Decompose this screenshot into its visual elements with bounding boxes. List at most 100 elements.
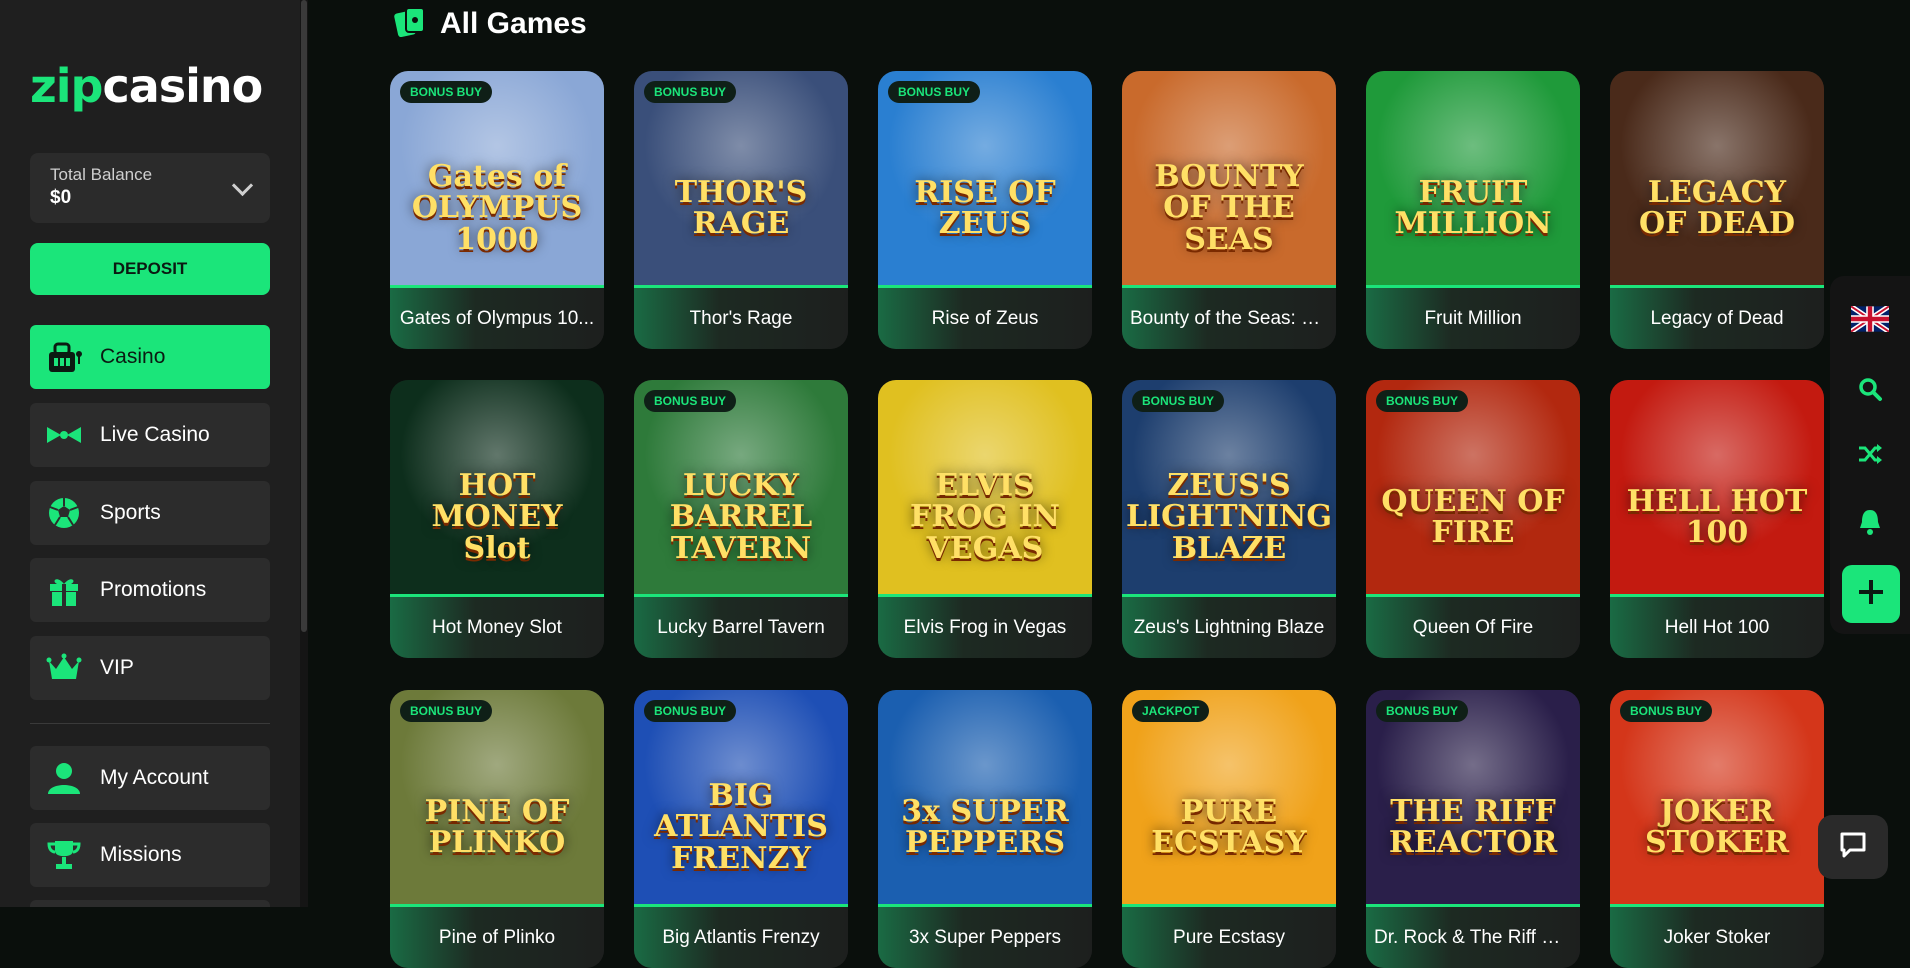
sidebar-item-my-account[interactable]: My Account <box>30 746 270 810</box>
search-button[interactable] <box>1830 366 1910 416</box>
game-card[interactable]: THOR'S RAGE BONUS BUY Thor's Rage <box>634 71 848 349</box>
game-title-bar[interactable]: Dr. Rock & The Riff Reactor <box>1366 904 1580 968</box>
game-title-bar[interactable]: Pine of Plinko <box>390 904 604 968</box>
shuffle-icon <box>1857 441 1883 472</box>
game-title-bar[interactable]: Legacy of Dead <box>1610 285 1824 349</box>
game-thumbnail[interactable]: 3x SUPER PEPPERS <box>878 690 1092 904</box>
deposit-button[interactable]: DEPOSIT <box>30 243 270 295</box>
game-title: Elvis Frog in Vegas <box>903 616 1067 638</box>
game-art-title: ELVIS FROG IN VEGAS <box>910 467 1060 566</box>
game-title-bar[interactable]: Rise of Zeus <box>878 285 1092 349</box>
sidebar-item-live-casino[interactable]: Live Casino <box>30 403 270 467</box>
game-art-title: THOR'S RAGE <box>674 174 808 241</box>
bell-icon <box>1857 508 1883 541</box>
game-thumbnail[interactable]: BOUNTY OF THE SEAS <box>1122 71 1336 285</box>
game-title-bar[interactable]: Queen Of Fire <box>1366 594 1580 658</box>
game-title: Joker Stoker <box>1663 926 1771 948</box>
game-art-title: BOUNTY OF THE SEAS <box>1154 158 1304 257</box>
game-thumbnail[interactable]: JOKER STOKER <box>1610 690 1824 904</box>
game-title: 3x Super Peppers <box>908 926 1062 948</box>
live-chat-button[interactable] <box>1818 815 1888 879</box>
game-thumbnail[interactable]: ZEUS'S LIGHTNING BLAZE <box>1122 380 1336 594</box>
game-thumbnail[interactable]: HOT MONEY Slot <box>390 380 604 594</box>
sidebar-scrollbar[interactable] <box>300 0 308 907</box>
game-card[interactable]: LUCKY BARREL TAVERN BONUS BUY Lucky Barrel… <box>634 380 848 658</box>
game-thumbnail[interactable]: PURE ECSTASY <box>1122 690 1336 904</box>
game-thumbnail[interactable]: FRUIT MILLION <box>1366 71 1580 285</box>
game-art-title: 3x SUPER PEPPERS <box>901 793 1069 860</box>
game-title-bar[interactable]: Joker Stoker <box>1610 904 1824 968</box>
sidebar-item-sports[interactable]: Sports <box>30 481 270 545</box>
sidebar-item-casino[interactable]: Casino <box>30 325 270 389</box>
scrollbar-thumb[interactable] <box>301 0 307 632</box>
game-card[interactable]: HOT MONEY Slot Hot Money Slot <box>390 380 604 658</box>
game-card[interactable]: FRUIT MILLION Fruit Million <box>1366 71 1580 349</box>
game-card[interactable]: BIG ATLANTIS FRENZY BONUS BUY Big Atlantis… <box>634 690 848 968</box>
section-header: All Games <box>392 4 587 44</box>
language-button[interactable] <box>1830 296 1910 346</box>
game-card[interactable]: HELL HOT 100 Hell Hot 100 <box>1610 380 1824 658</box>
balance-amount: $0 <box>50 187 72 208</box>
game-card[interactable]: PURE ECSTASY JACKPOT Pure Ecstasy <box>1122 690 1336 968</box>
cards-icon <box>392 4 428 45</box>
game-thumbnail[interactable]: QUEEN OF FIRE <box>1366 380 1580 594</box>
game-title-bar[interactable]: Big Atlantis Frenzy <box>634 904 848 968</box>
game-card[interactable]: Gates of OLYMPUS 1000 BONUS BUY Gates of O… <box>390 71 604 349</box>
game-thumbnail[interactable]: PINE OF PLINKO <box>390 690 604 904</box>
game-thumbnail[interactable]: LUCKY BARREL TAVERN <box>634 380 848 594</box>
game-title-bar[interactable]: Elvis Frog in Vegas <box>878 594 1092 658</box>
sidebar: zip casino Total Balance $0 DEPOSIT Casin… <box>0 0 300 907</box>
game-title-bar[interactable]: Lucky Barrel Tavern <box>634 594 848 658</box>
game-card[interactable]: BOUNTY OF THE SEAS Bounty of the Seas: H.… <box>1122 71 1336 349</box>
game-title: Big Atlantis Frenzy <box>662 926 820 948</box>
game-art-title: THE RIFF REACTOR <box>1388 793 1558 860</box>
crown-icon <box>44 648 84 688</box>
game-title-bar[interactable]: Thor's Rage <box>634 285 848 349</box>
sidebar-item-missions[interactable]: Missions <box>30 823 270 887</box>
game-thumbnail[interactable]: Gates of OLYMPUS 1000 <box>390 71 604 285</box>
game-card[interactable]: PINE OF PLINKO BONUS BUY Pine of Plinko <box>390 690 604 968</box>
game-thumbnail[interactable]: THE RIFF REACTOR <box>1366 690 1580 904</box>
game-art-title: Gates of OLYMPUS 1000 <box>411 158 583 257</box>
game-title-bar[interactable]: Hell Hot 100 <box>1610 594 1824 658</box>
game-card[interactable]: JOKER STOKER BONUS BUY Joker Stoker <box>1610 690 1824 968</box>
game-title: Legacy of Dead <box>1650 307 1784 329</box>
game-thumbnail[interactable]: THOR'S RAGE <box>634 71 848 285</box>
sidebar-item-promotions[interactable]: Promotions <box>30 558 270 622</box>
game-title: Pure Ecstasy <box>1173 926 1285 948</box>
random-game-button[interactable] <box>1830 431 1910 481</box>
game-card[interactable]: QUEEN OF FIRE BONUS BUY Queen Of Fire <box>1366 380 1580 658</box>
game-thumbnail[interactable]: BIG ATLANTIS FRENZY <box>634 690 848 904</box>
game-title-bar[interactable]: Pure Ecstasy <box>1122 904 1336 968</box>
game-card[interactable]: THE RIFF REACTOR BONUS BUY Dr. Rock & The … <box>1366 690 1580 968</box>
game-card[interactable]: RISE OF ZEUS BONUS BUY Rise of Zeus <box>878 71 1092 349</box>
add-button[interactable] <box>1842 565 1900 623</box>
game-thumbnail[interactable]: LEGACY OF DEAD <box>1610 71 1824 285</box>
game-card[interactable]: 3x SUPER PEPPERS 3x Super Peppers <box>878 690 1092 968</box>
game-thumbnail[interactable]: HELL HOT 100 <box>1610 380 1824 594</box>
game-title: Hell Hot 100 <box>1664 616 1770 638</box>
game-art-title: PURE ECSTASY <box>1151 793 1307 860</box>
game-card[interactable]: ELVIS FROG IN VEGAS Elvis Frog in Vegas <box>878 380 1092 658</box>
sidebar-item-vip[interactable]: VIP <box>30 636 270 700</box>
game-art-title: FRUIT MILLION <box>1394 174 1552 241</box>
game-title-bar[interactable]: 3x Super Peppers <box>878 904 1092 968</box>
game-thumbnail[interactable]: ELVIS FROG IN VEGAS <box>878 380 1092 594</box>
game-art-title: LEGACY OF DEAD <box>1638 174 1796 241</box>
total-balance-selector[interactable]: Total Balance $0 <box>30 153 270 223</box>
uk-flag-icon <box>1849 303 1891 337</box>
game-title-bar[interactable]: Bounty of the Seas: H... <box>1122 285 1336 349</box>
game-card[interactable]: LEGACY OF DEAD Legacy of Dead <box>1610 71 1824 349</box>
game-title: Hot Money Slot <box>432 616 562 638</box>
game-title-bar[interactable]: Gates of Olympus 10... <box>390 285 604 349</box>
game-title: Zeus's Lightning Blaze <box>1133 616 1325 638</box>
game-title-bar[interactable]: Zeus's Lightning Blaze <box>1122 594 1336 658</box>
notifications-button[interactable] <box>1830 499 1910 549</box>
game-card[interactable]: ZEUS'S LIGHTNING BLAZE BONUS BUY Zeus's Li… <box>1122 380 1336 658</box>
game-title-bar[interactable]: Hot Money Slot <box>390 594 604 658</box>
game-title-bar[interactable]: Fruit Million <box>1366 285 1580 349</box>
game-title: Bounty of the Seas: H... <box>1130 307 1328 329</box>
sidebar-item-more[interactable] <box>30 900 270 907</box>
zipcasino-logo[interactable]: zip casino <box>30 58 263 114</box>
game-thumbnail[interactable]: RISE OF ZEUS <box>878 71 1092 285</box>
